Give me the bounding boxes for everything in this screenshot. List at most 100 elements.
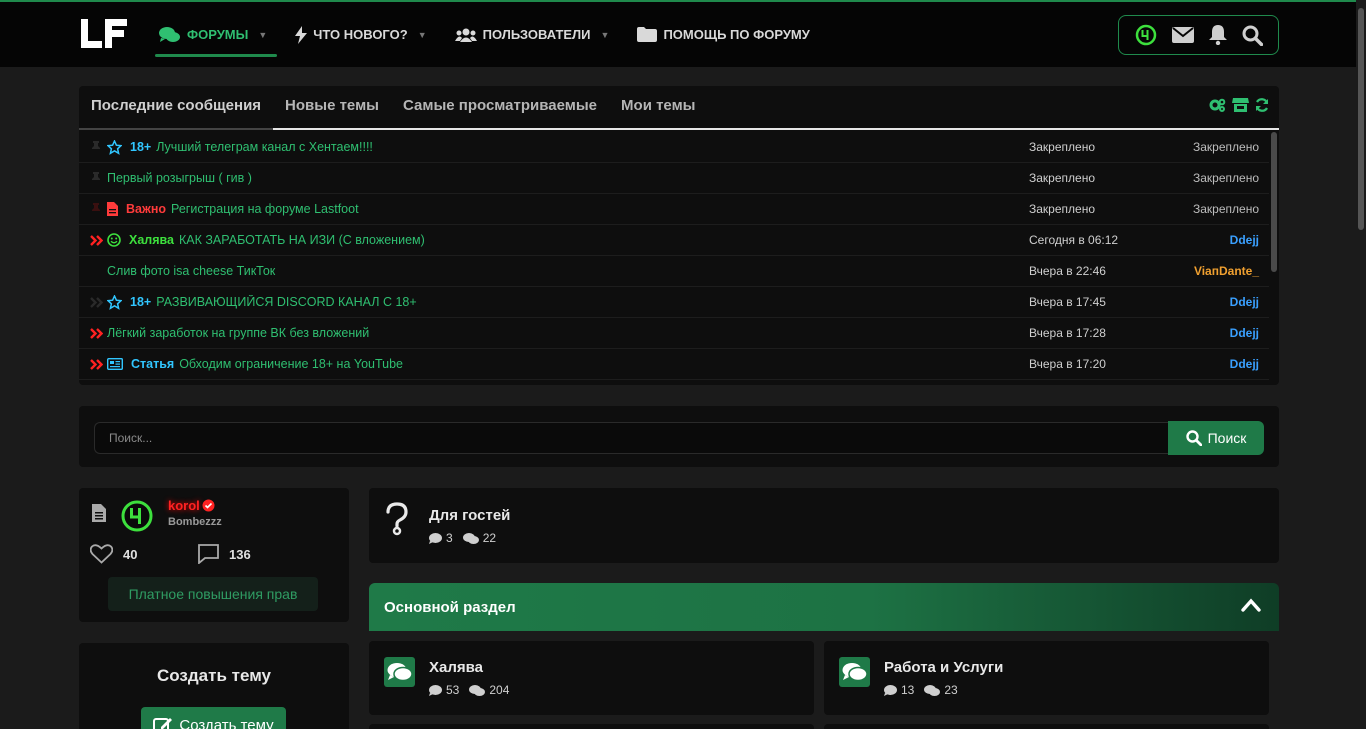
search-button[interactable]: Поиск <box>1168 421 1264 455</box>
thread-last-post-date[interactable]: Вчера в 17:28 <box>1029 326 1106 340</box>
thread-prefix[interactable]: 18+ <box>107 139 152 155</box>
thread-last-post-date[interactable]: Вчера в 17:20 <box>1029 357 1106 371</box>
threads-stat: 53 <box>429 683 459 697</box>
forum-node[interactable] <box>369 724 814 729</box>
comment-icon <box>884 684 897 696</box>
thread-last-poster[interactable]: Закреплено <box>1193 202 1259 216</box>
tab-new-threads[interactable]: Новые темы <box>273 97 391 128</box>
likes-stat[interactable]: 40 <box>90 544 137 564</box>
nav-item-members[interactable]: ПОЛЬЗОВАТЕЛИ ▼ <box>451 2 620 67</box>
thread-status-icon <box>79 172 107 184</box>
section-title[interactable]: Основной раздел <box>384 599 516 616</box>
thread-list-scrollbar[interactable] <box>1271 132 1277 272</box>
thread-prefix[interactable]: 18+ <box>107 294 151 310</box>
threads-count: 53 <box>446 683 460 697</box>
thread-prefix[interactable]: Халява <box>107 233 174 247</box>
chevron-down-icon[interactable]: ▼ <box>601 30 610 40</box>
tab-my-threads[interactable]: Мои темы <box>609 97 707 128</box>
avatar[interactable] <box>121 500 153 532</box>
profile-username[interactable]: korol <box>168 498 215 513</box>
thread-last-post-date[interactable]: Вчера в 22:46 <box>1029 264 1106 278</box>
thread-title[interactable]: Обходим ограничение 18+ на YouTube <box>179 357 403 371</box>
refresh-icon[interactable] <box>1255 98 1269 117</box>
question-icon <box>384 502 410 541</box>
nav-item-help[interactable]: ПОМОЩЬ ПО ФОРУМУ <box>633 2 819 67</box>
store-icon[interactable] <box>1232 98 1249 117</box>
double-chevron-right-icon <box>89 327 103 339</box>
comment-icon <box>429 532 442 544</box>
nav-item-forums[interactable]: ФОРУМЫ ▼ <box>155 2 278 67</box>
table-row[interactable]: 18+ РАЗВИВАЮЩИЙСЯ DISCORD КАНАЛ С 18+ Вче… <box>79 287 1269 318</box>
verified-badge-icon <box>202 499 215 512</box>
thread-last-post-date[interactable]: Закреплено <box>1029 202 1095 216</box>
chevron-down-icon[interactable]: ▼ <box>418 30 427 40</box>
search-input[interactable] <box>94 422 1169 454</box>
thread-status-icon <box>79 141 107 153</box>
bell-icon[interactable] <box>1208 25 1227 45</box>
nav-item-whats-new[interactable]: ЧТО НОВОГО? ▼ <box>291 2 436 67</box>
paid-upgrade-button[interactable]: Платное повышения прав <box>108 577 318 611</box>
table-row[interactable]: Лёгкий заработок на группе ВК без вложен… <box>79 318 1269 349</box>
thread-last-poster[interactable]: Ddejj <box>1230 326 1259 340</box>
chevron-up-icon[interactable] <box>1241 598 1261 617</box>
forum-title[interactable]: Для гостей <box>429 507 510 524</box>
tab-tools <box>1209 98 1269 117</box>
table-row[interactable]: Важно Регистрация на форуме Lastfoot Закр… <box>79 194 1269 225</box>
thread-last-poster[interactable]: Ddejj <box>1230 233 1259 247</box>
threads-stat: 3 <box>429 531 453 545</box>
document-icon <box>107 202 122 216</box>
comments-icon <box>384 657 415 687</box>
forum-title[interactable]: Халява <box>429 659 483 676</box>
nav-item-label: ЧТО НОВОГО? <box>313 27 408 42</box>
document-icon[interactable] <box>92 504 106 527</box>
thread-last-poster[interactable]: ViaпDante_ <box>1194 264 1259 278</box>
thread-title[interactable]: Регистрация на форуме Lastfoot <box>171 202 359 216</box>
forum-title[interactable]: Работа и Услуги <box>884 659 1003 676</box>
thread-last-post-date[interactable]: Сегодня в 06:12 <box>1029 233 1118 247</box>
forum-node[interactable]: Работа и Услуги 13 23 <box>824 641 1269 715</box>
thread-last-poster[interactable]: Ddejj <box>1230 357 1259 371</box>
thread-last-poster[interactable]: Закреплено <box>1193 171 1259 185</box>
thread-title[interactable]: Первый розыгрыш ( гив ) <box>107 171 252 185</box>
search-icon[interactable] <box>1242 25 1263 46</box>
messages-count: 23 <box>944 683 958 697</box>
thread-last-poster[interactable]: Закреплено <box>1193 140 1259 154</box>
thread-title[interactable]: РАЗВИВАЮЩИЙСЯ DISCORD КАНАЛ С 18+ <box>156 295 416 309</box>
thread-title[interactable]: КАК ЗАРАБОТАТЬ НА ИЗИ (С вложением) <box>179 233 425 247</box>
thread-last-poster[interactable]: Ddejj <box>1230 295 1259 309</box>
messages-stat: 23 <box>924 683 958 697</box>
thread-prefix-label: 18+ <box>130 140 152 154</box>
nav-item-label: ФОРУМЫ <box>187 27 249 42</box>
page-scrollbar[interactable] <box>1356 0 1366 729</box>
profile-panel: korol Bombezzz 40 136 Платное повышения … <box>79 488 349 622</box>
site-logo[interactable] <box>80 18 128 50</box>
comments-icon <box>924 684 941 696</box>
create-thread-button[interactable]: Создать тему <box>141 707 286 729</box>
avatar[interactable] <box>1135 24 1157 46</box>
table-row[interactable]: Первый розыгрыш ( гив ) Закреплено Закре… <box>79 163 1269 194</box>
table-row[interactable]: 18+ Лучший телеграм канал с Хентаем!!!! З… <box>79 132 1269 163</box>
forum-guests[interactable]: Для гостей 3 22 <box>369 488 1279 563</box>
thread-last-post-date[interactable]: Вчера в 17:45 <box>1029 295 1106 309</box>
tab-latest-posts[interactable]: Последние сообщения <box>79 97 274 130</box>
table-row[interactable]: Статья Обходим ограничение 18+ на YouTube… <box>79 349 1269 380</box>
thread-last-post-date[interactable]: Закреплено <box>1029 140 1095 154</box>
profile-user-title: Bombezzz <box>168 516 222 528</box>
envelope-icon[interactable] <box>1171 27 1194 43</box>
tab-most-viewed[interactable]: Самые просматриваемые <box>391 97 609 128</box>
thread-title[interactable]: Лёгкий заработок на группе ВК без вложен… <box>107 326 369 340</box>
forum-node[interactable] <box>824 724 1269 729</box>
forum-node[interactable]: Халява 53 204 <box>369 641 814 715</box>
scrollbar-thumb[interactable] <box>1358 8 1364 230</box>
thread-prefix[interactable]: Статья <box>107 357 174 371</box>
table-row[interactable]: Слив фото isa cheese ТикТок Вчера в 22:4… <box>79 256 1269 287</box>
thread-last-post-date[interactable]: Закреплено <box>1029 171 1095 185</box>
table-row[interactable]: Халява КАК ЗАРАБОТАТЬ НА ИЗИ (С вложением… <box>79 225 1269 256</box>
settings-icon[interactable] <box>1209 98 1226 117</box>
search-icon <box>1185 430 1202 446</box>
messages-stat[interactable]: 136 <box>198 544 251 564</box>
chevron-down-icon[interactable]: ▼ <box>258 30 267 40</box>
thread-title[interactable]: Лучший телеграм канал с Хентаем!!!! <box>156 140 373 154</box>
thread-prefix[interactable]: Важно <box>107 202 166 216</box>
thread-title[interactable]: Слив фото isa cheese ТикТок <box>107 264 275 278</box>
